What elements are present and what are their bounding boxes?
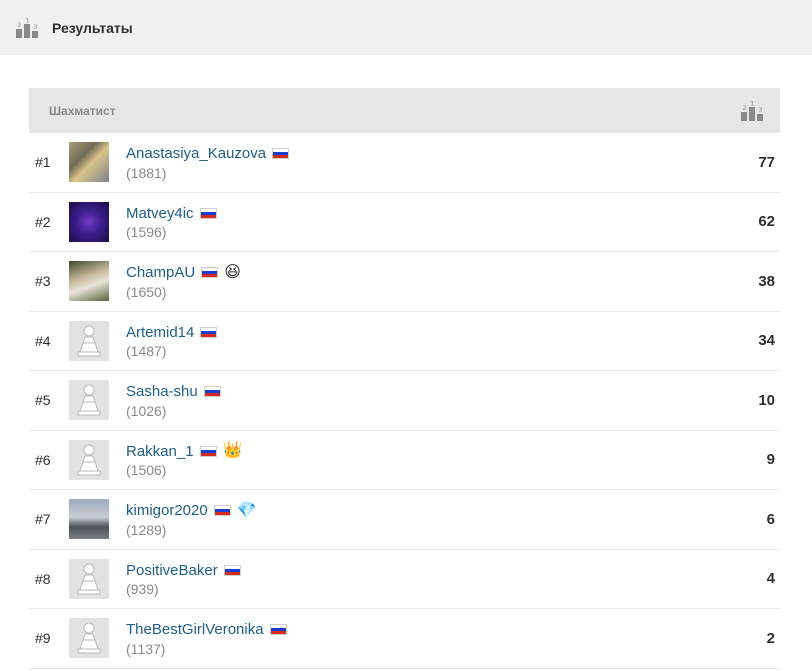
score: 9: [766, 451, 775, 469]
player-rating: (1881): [126, 164, 167, 181]
pawn-icon: [77, 384, 101, 416]
score: 10: [758, 391, 775, 409]
player-rating: (1596): [126, 224, 167, 241]
player-rating: (1487): [126, 343, 167, 360]
player-name-link[interactable]: Anastasiya_Kauzova: [126, 145, 266, 162]
score: 34: [758, 332, 775, 350]
rank: #6: [35, 451, 51, 468]
russia-flag-icon: [203, 386, 221, 398]
table-row[interactable]: #8 PositiveBaker (939) 4: [29, 550, 780, 609]
player-rating: (939): [126, 581, 159, 598]
table-row[interactable]: #3 ChampAU 😆 (1650) 38: [29, 252, 780, 312]
table-header: Шахматист 2 1 3: [29, 88, 780, 133]
player-rating: (1026): [126, 402, 167, 419]
avatar[interactable]: [69, 439, 109, 480]
avatar[interactable]: [69, 558, 109, 599]
score: 6: [766, 510, 775, 528]
avatar[interactable]: [69, 142, 109, 183]
svg-text:2: 2: [18, 22, 22, 29]
player-rating: (1137): [126, 640, 166, 657]
russia-flag-icon: [199, 207, 217, 219]
rank: #1: [35, 154, 51, 171]
svg-text:1: 1: [751, 101, 755, 108]
pawn-icon: [77, 563, 101, 595]
score: 38: [758, 272, 775, 290]
rank: #4: [35, 332, 51, 349]
russia-flag-icon: [213, 505, 231, 517]
russia-flag-icon: [269, 624, 287, 636]
table-row[interactable]: #2 Matvey4ic (1596) 62: [29, 193, 780, 252]
avatar[interactable]: [69, 380, 109, 421]
russia-flag-icon: [199, 445, 217, 457]
russia-flag-icon: [223, 564, 241, 576]
player-name-link[interactable]: PositiveBaker: [126, 562, 218, 579]
column-header-player: Шахматист: [49, 103, 116, 118]
score: 2: [766, 629, 775, 647]
pawn-icon: [77, 325, 101, 357]
rank: #9: [35, 630, 51, 647]
player-rating: (1289): [126, 521, 167, 538]
avatar[interactable]: [69, 261, 109, 302]
avatar[interactable]: [69, 499, 109, 540]
svg-text:3: 3: [34, 24, 38, 31]
table-row[interactable]: #4 Artemid14 (1487) 34: [29, 312, 780, 371]
russia-flag-icon: [201, 267, 219, 279]
score: 4: [766, 570, 775, 588]
player-name-link[interactable]: Sasha-shu: [126, 383, 198, 400]
rank: #5: [35, 392, 51, 409]
rank: #7: [35, 511, 51, 528]
player-name-link[interactable]: Matvey4ic: [126, 205, 194, 222]
page-title: Результаты: [52, 19, 133, 36]
player-rating: (1650): [126, 283, 167, 300]
podium-icon: 2 1 3: [16, 17, 38, 38]
results-header: 2 1 3 Результаты: [0, 0, 812, 55]
rank: #2: [35, 213, 51, 230]
crown-icon: 👑: [222, 442, 243, 460]
russia-flag-icon: [200, 326, 218, 338]
table-row[interactable]: #5 Sasha-shu (1026) 10: [29, 371, 780, 431]
score: 62: [758, 213, 775, 231]
svg-text:2: 2: [743, 105, 747, 112]
pawn-icon: [77, 444, 101, 476]
rank: #3: [35, 273, 51, 290]
player-name-link[interactable]: Artemid14: [126, 324, 194, 341]
score: 77: [758, 153, 775, 171]
table-row[interactable]: #1 Anastasiya_Kauzova (1881) 77: [29, 133, 780, 193]
diamond-icon: 💎: [236, 501, 257, 519]
svg-text:3: 3: [759, 107, 763, 114]
player-name-link[interactable]: TheBestGirlVeronika: [126, 621, 264, 638]
results-table: Шахматист 2 1 3 #1 Anastasiya_Kauzova (1…: [29, 88, 780, 669]
avatar[interactable]: [69, 201, 109, 242]
russia-flag-icon: [272, 148, 290, 160]
table-row[interactable]: #7 kimigor2020 💎 (1289) 6: [29, 490, 780, 550]
rank: #8: [35, 570, 51, 587]
svg-text:1: 1: [26, 18, 30, 25]
avatar[interactable]: [69, 320, 109, 361]
player-rating: (1506): [126, 462, 167, 479]
avatar[interactable]: [69, 618, 109, 659]
player-name-link[interactable]: ChampAU: [126, 264, 195, 281]
table-row[interactable]: #6 Rakkan_1 👑 (1506) 9: [29, 431, 780, 490]
pawn-icon: [77, 622, 101, 654]
player-name-link[interactable]: Rakkan_1: [126, 443, 194, 460]
podium-icon: 2 1 3: [741, 100, 763, 121]
emoji-badge-icon: 😆: [224, 263, 241, 281]
player-name-link[interactable]: kimigor2020: [126, 502, 208, 519]
table-row[interactable]: #9 TheBestGirlVeronika (1137) 2: [29, 609, 780, 669]
